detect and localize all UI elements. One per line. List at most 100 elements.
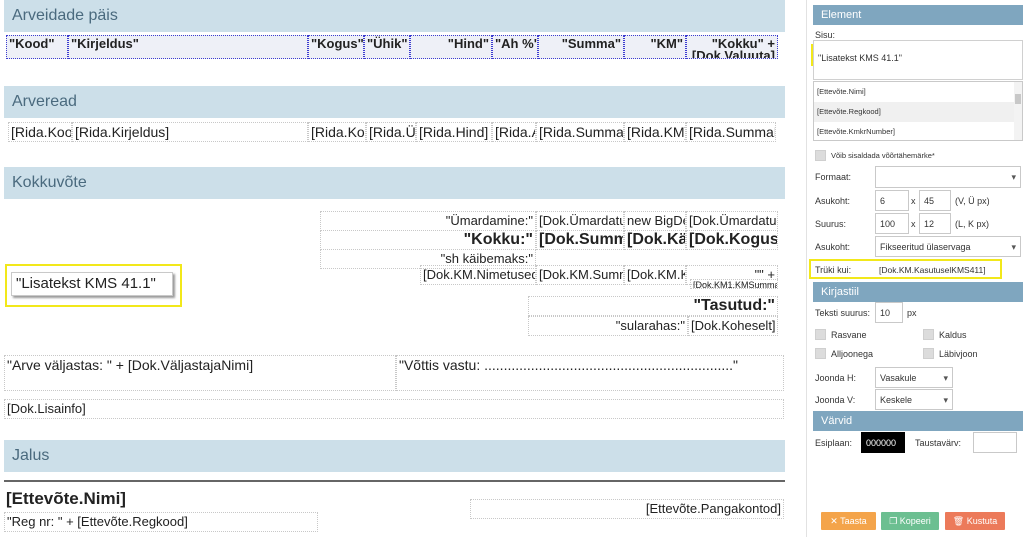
field-km1[interactable]: [Dok.KM1.KMSumma]	[690, 279, 778, 289]
field-km-nimetused[interactable]: [Dok.KM.Nimetused]	[420, 265, 536, 285]
suurus-w-input[interactable]: 100	[875, 213, 909, 234]
asukoht2-label: Asukoht:	[815, 242, 851, 252]
band-kokkuvote[interactable]: Kokkuvõte	[4, 167, 785, 199]
row-field-uhik[interactable]: [Rida.Ühik]	[366, 122, 416, 142]
footer-line	[4, 480, 785, 482]
header-field-hind[interactable]: "Hind"	[410, 35, 492, 59]
field-km-summad[interactable]: [Dok.KM.Summad]	[536, 265, 624, 285]
row-field-hind[interactable]: [Rida.Hind]	[416, 122, 492, 142]
field-lisatekst-selected[interactable]: "Lisatekst KMS 41.1"	[11, 272, 173, 296]
field-sularahas-label[interactable]: "sularahas:"	[528, 316, 688, 336]
report-canvas: Arveidade päis "Kood" "Kirjeldus" "Kogus…	[0, 0, 806, 537]
rasvane-checkbox[interactable]	[815, 329, 826, 340]
header-field-kood[interactable]: "Kood"	[6, 35, 68, 59]
taustavarv-color-input[interactable]	[973, 432, 1017, 453]
panel-title-varvid: Värvid	[813, 411, 1023, 431]
trash-icon: 🗑	[952, 516, 967, 526]
joonda-h-label: Joonda H:	[815, 373, 857, 383]
header-field-uhik[interactable]: "Ühik"	[364, 35, 410, 59]
field-umardamine-label[interactable]: "Ümardamine:"	[320, 211, 536, 231]
field-list-item[interactable]: [Ettevõte.KmkrNumber]	[814, 122, 1022, 142]
esiplaan-color-input[interactable]: 000000	[861, 432, 905, 453]
header-field-summa[interactable]: "Summa"	[538, 35, 624, 59]
field-bigdecimal[interactable]: new BigDecimal	[624, 211, 686, 231]
asukoht-unit: (V, Ü px)	[955, 196, 990, 206]
list-scrollbar[interactable]	[1014, 82, 1022, 140]
teksti-suurus-input[interactable]: 10	[875, 302, 903, 323]
taasta-button[interactable]: ✕ Taasta	[821, 512, 876, 530]
asukoht-x-separator: x	[911, 196, 916, 206]
field-lisainfo[interactable]: [Dok.Lisainfo]	[4, 399, 784, 419]
rasvane-label: Rasvane	[831, 330, 867, 340]
element-properties-panel: Element Sisu: "Lisatekst KMS 41.1" [Ette…	[806, 0, 1024, 537]
header-field-kogus[interactable]: "Kogus"	[308, 35, 364, 59]
alljoonega-checkbox[interactable]	[815, 348, 826, 359]
joonda-v-label: Joonda V:	[815, 395, 856, 405]
kopeeri-label: Kopeeri	[899, 516, 931, 526]
field-kokku-label[interactable]: "Kokku:"	[320, 230, 536, 250]
taasta-label: Taasta	[840, 516, 867, 526]
header-field-km[interactable]: "KM"	[624, 35, 686, 59]
formaat-label: Formaat:	[815, 172, 852, 182]
header-field-kokku[interactable]: "Kokku" + [Dok.Valuuta]	[686, 35, 778, 59]
field-tasutud-label[interactable]: "Tasutud:"	[528, 296, 778, 316]
field-list-item[interactable]: [Ettevõte.Nimi]	[814, 82, 1022, 102]
field-dok-summa[interactable]: [Dok.Summa]	[536, 230, 624, 250]
asukoht-x-input[interactable]: 6	[875, 190, 909, 211]
row-field-kogus[interactable]: [Rida.Kogus]	[308, 122, 366, 142]
header-field-ah[interactable]: "Ah %"	[492, 35, 538, 59]
truki-kui-label: Trüki kui:	[815, 265, 852, 275]
kaldus-label: Kaldus	[939, 330, 967, 340]
joonda-h-select[interactable]: Vasakule	[875, 367, 953, 388]
voib-sisaldada-checkbox[interactable]	[815, 150, 826, 161]
formaat-select[interactable]	[875, 166, 1021, 188]
labivijoon-label: Läbivjoon	[939, 349, 978, 359]
row-field-summa[interactable]: [Rida.Summa]	[536, 122, 624, 142]
suurus-unit: (L, K px)	[955, 219, 990, 229]
row-field-km[interactable]: [Rida.KM]	[624, 122, 686, 142]
suurus-x-separator: x	[911, 219, 916, 229]
field-list[interactable]: [Ettevõte.Nimi] [Ettevõte.Regkood] [Ette…	[813, 81, 1023, 141]
taustavarv-label: Taustavärv:	[915, 438, 962, 448]
field-umardatud-2[interactable]: [Dok.Ümardatud]	[686, 211, 778, 231]
kustuta-label: Kustuta	[966, 516, 998, 526]
field-reg-nr[interactable]: "Reg nr: " + [Ettevõte.Regkood]	[4, 512, 318, 532]
asukoht-label: Asukoht:	[815, 196, 851, 206]
field-dok-kaibemaks[interactable]: [Dok.Käibemaks]	[624, 230, 686, 250]
list-scrollbar-thumb[interactable]	[1015, 94, 1021, 104]
row-field-summakokku[interactable]: [Rida.SummaKokku]	[686, 122, 776, 142]
field-umardatud[interactable]: [Dok.Ümardatud]	[536, 211, 624, 231]
kopeeri-button[interactable]: ❐ Kopeeri	[881, 512, 939, 530]
header-field-kirjeldus[interactable]: "Kirjeldus"	[68, 35, 308, 59]
row-field-ah[interactable]: [Rida.Ah]	[492, 122, 536, 142]
row-field-kirjeldus[interactable]: [Rida.Kirjeldus]	[72, 122, 308, 142]
voib-sisaldada-label: Võib sisaldada võõrtähemärke*	[831, 151, 935, 160]
row-field-kood[interactable]: [Rida.Kood]	[8, 122, 72, 142]
band-arveidade-pais[interactable]: Arveidade päis	[4, 0, 785, 32]
joonda-v-select[interactable]: Keskele	[875, 389, 953, 410]
field-list-item[interactable]: [Ettevõte.Regkood]	[814, 102, 1022, 122]
field-pangakontod[interactable]: [Ettevõte.Pangakontod]	[470, 499, 784, 519]
band-arveread[interactable]: Arveread	[4, 86, 785, 118]
field-km-kr[interactable]: [Dok.KM.Kr]	[624, 265, 686, 285]
suurus-h-input[interactable]: 12	[919, 213, 951, 234]
field-koheselt[interactable]: [Dok.Koheselt]	[688, 316, 778, 336]
kaldus-checkbox[interactable]	[923, 329, 934, 340]
copy-icon: ❐	[889, 516, 900, 526]
sisu-textarea[interactable]: "Lisatekst KMS 41.1"	[813, 40, 1023, 80]
esiplaan-label: Esiplaan:	[815, 438, 853, 448]
sisu-label: Sisu:	[815, 30, 836, 40]
band-jalus[interactable]: Jalus	[4, 440, 785, 472]
field-ettevote-nimi[interactable]: [Ettevõte.Nimi]	[4, 488, 384, 510]
kustuta-button[interactable]: 🗑 Kustuta	[945, 512, 1005, 530]
asukoht2-select[interactable]: Fikseeritud ülaservaga	[875, 236, 1021, 257]
teksti-suurus-unit: px	[907, 308, 917, 318]
truki-kui-input[interactable]: [Dok.KM.KasutuselKMS411]	[879, 265, 986, 275]
field-vottis-vastu[interactable]: "Võttis vastu: .........................…	[396, 355, 784, 391]
suurus-label: Suurus:	[815, 219, 847, 229]
teksti-suurus-label: Teksti suurus:	[815, 308, 871, 318]
labivijoon-checkbox[interactable]	[923, 348, 934, 359]
asukoht-y-input[interactable]: 45	[919, 190, 951, 211]
field-arve-valjastas[interactable]: "Arve väljastas: " + [Dok.VäljastajaNimi…	[4, 355, 396, 391]
field-dok-kogusumma[interactable]: [Dok.Kogusumma]	[686, 230, 778, 250]
